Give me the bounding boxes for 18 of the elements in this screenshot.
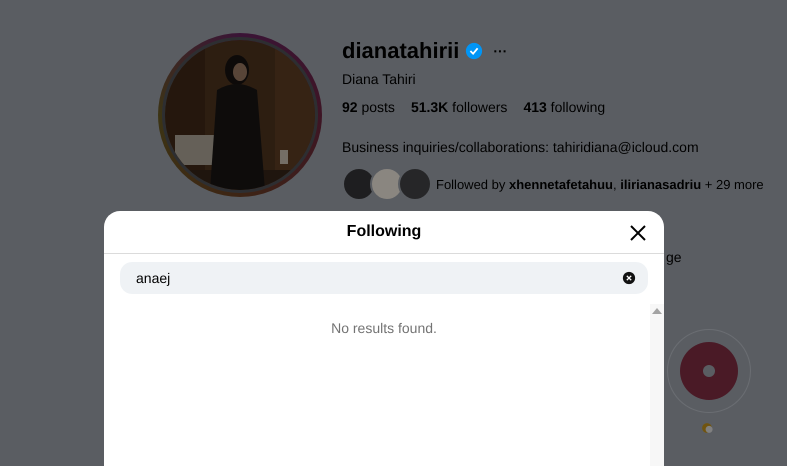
moon-icon (700, 421, 714, 435)
search-field[interactable]: anaej (120, 262, 648, 294)
story-highlight[interactable] (667, 329, 751, 413)
bio-text: Business inquiries/collaborations: tahiridiana@icloud.com (342, 139, 699, 155)
scrollbar[interactable] (650, 304, 664, 466)
full-name: Diana Tahiri (342, 71, 416, 87)
profile-stat[interactable]: 51.3K followers (410, 99, 508, 115)
dialog-title: Following (346, 223, 422, 241)
close-icon (628, 223, 648, 243)
more-options-button[interactable]: ··· (489, 43, 512, 59)
scroll-up-icon[interactable] (652, 308, 662, 314)
followed-by-text: Followed by xhennetafetahuu, ilirianasadriu + 29 more (436, 176, 764, 192)
clear-icon[interactable] (622, 271, 636, 285)
bio-text: ge (666, 249, 682, 265)
no-results-message: No results found. (331, 320, 437, 338)
profile-stat[interactable]: 92 posts (342, 99, 395, 115)
profile-stat[interactable]: 413 following (523, 99, 606, 115)
username: dianatahirii (342, 38, 460, 64)
